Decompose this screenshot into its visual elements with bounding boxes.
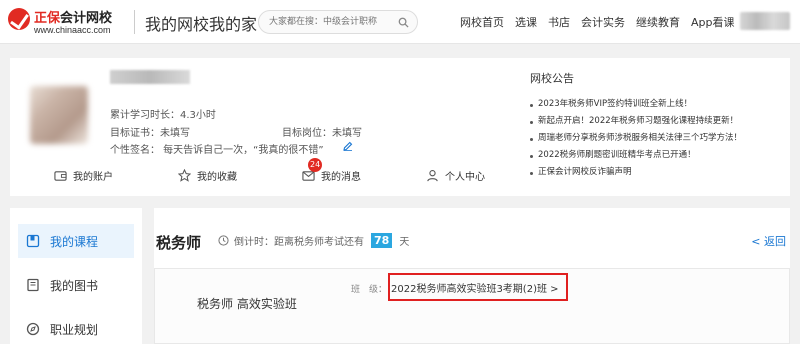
class-name: 税务师 高效实验班	[197, 297, 297, 311]
announcement-item[interactable]: 新起点开启！2022年税务师习题强化课程持续更新！	[530, 113, 780, 130]
nav-continuing-education[interactable]: 继续教育	[636, 14, 680, 30]
class-label: 班 级：	[351, 285, 388, 295]
announcement-item[interactable]: 正保会计网校反诈骗声明	[530, 164, 780, 181]
top-nav: 网校首页 选课 书店 会计实务 继续教育 App看课	[460, 14, 735, 30]
my-account-link[interactable]: 我的账户	[54, 168, 113, 183]
announcement-list: 2023年税务师VIP签约特训班全新上线！ 新起点开启！2022年税务师习题强化…	[530, 96, 780, 181]
header-divider	[134, 10, 135, 34]
my-account-label: 我的账户	[73, 172, 113, 183]
nav-accounting-practice[interactable]: 会计实务	[581, 14, 625, 30]
class-card: 税务师 高效实验班 班 级： 2022税务师高效实验班3考期(2)班 >	[154, 268, 790, 344]
countdown-prefix: 倒计时：距离税务师考试还有	[234, 237, 364, 248]
sidebar-item-label: 我的课程	[50, 234, 99, 249]
site-title: 我的网校我的家	[145, 15, 258, 34]
signature: 个性签名： 每天告诉自己一次，“我真的很不错”	[110, 145, 324, 156]
clock-icon	[218, 235, 229, 246]
logo-check-icon	[8, 8, 30, 30]
announcement-item[interactable]: 2023年税务师VIP签约特训班全新上线！	[530, 96, 780, 113]
countdown-days: 78	[371, 233, 393, 248]
announcements: 网校公告 2023年税务师VIP签约特训班全新上线！ 新起点开启！2022年税务…	[530, 70, 780, 181]
top-header: 正保会计网校 www.chinaacc.com 我的网校我的家 网校首页 选课 …	[0, 0, 800, 44]
sidebar-item-my-courses[interactable]: 我的课程	[18, 224, 134, 258]
logo-text: 正保会计网校	[34, 7, 112, 26]
avatar[interactable]	[30, 86, 88, 144]
star-icon	[178, 169, 191, 182]
wallet-icon	[54, 171, 67, 181]
logo-url: www.chinaacc.com	[34, 25, 111, 35]
my-favorites-label: 我的收藏	[197, 172, 237, 183]
nav-home[interactable]: 网校首页	[460, 14, 504, 30]
user-icon	[427, 170, 438, 182]
logo-brand: 正保	[34, 11, 61, 26]
nav-courses[interactable]: 选课	[515, 14, 537, 30]
edit-icon[interactable]	[343, 141, 353, 151]
profile-actions: 我的账户 我的收藏 24 我的消息 个人中心	[54, 158, 514, 184]
search-box[interactable]	[258, 10, 418, 34]
back-link[interactable]: < 返回	[751, 233, 786, 249]
sidebar-item-career-planning[interactable]: 职业规划	[18, 312, 134, 344]
site-logo[interactable]: 正保会计网校 www.chinaacc.com	[8, 6, 128, 38]
announcement-item[interactable]: 周瑞老师分享税务师涉税服务相关法律三个巧学方法！	[530, 130, 780, 147]
course-title: 税务师	[156, 234, 202, 252]
highlight-box	[388, 273, 568, 301]
sidebar-item-label: 职业规划	[50, 322, 99, 337]
left-sidebar: 我的课程 我的图书 职业规划	[10, 208, 142, 344]
search-input[interactable]	[269, 14, 389, 30]
personal-center-link[interactable]: 个人中心	[426, 168, 485, 183]
target-certificate: 目标证书：未填写	[110, 128, 190, 139]
my-favorites-link[interactable]: 我的收藏	[178, 168, 237, 183]
personal-center-label: 个人中心	[445, 172, 485, 183]
sidebar-item-label: 我的图书	[50, 278, 99, 293]
search-icon[interactable]	[398, 17, 409, 28]
countdown-suffix: 天	[399, 237, 410, 248]
book-icon	[27, 278, 39, 292]
username	[110, 70, 190, 84]
my-messages-label: 我的消息	[321, 172, 361, 183]
user-menu[interactable]	[740, 12, 790, 30]
exam-countdown: 倒计时：距离税务师考试还有 78 天	[218, 233, 409, 248]
nav-app[interactable]: App看课	[691, 14, 735, 30]
course-main: 税务师 倒计时：距离税务师考试还有 78 天 < 返回 税务师 高效实验班 班 级：…	[154, 208, 790, 344]
announcement-item[interactable]: 2022税务师刷题密训班精华考点已开通！	[530, 147, 780, 164]
announcements-title: 网校公告	[530, 72, 574, 85]
compass-icon	[26, 322, 40, 336]
profile-panel: 累计学习时长：4.3小时 目标证书：未填写 目标岗位：未填写 个性签名： 每天告…	[10, 58, 790, 196]
nav-bookstore[interactable]: 书店	[548, 14, 570, 30]
sidebar-item-my-books[interactable]: 我的图书	[18, 268, 134, 302]
my-messages-link[interactable]: 24 我的消息	[302, 158, 361, 183]
study-time: 累计学习时长：4.3小时	[110, 110, 216, 121]
target-job: 目标岗位：未填写	[282, 128, 362, 139]
logo-sub: 会计网校	[60, 11, 113, 26]
course-icon	[26, 234, 40, 248]
